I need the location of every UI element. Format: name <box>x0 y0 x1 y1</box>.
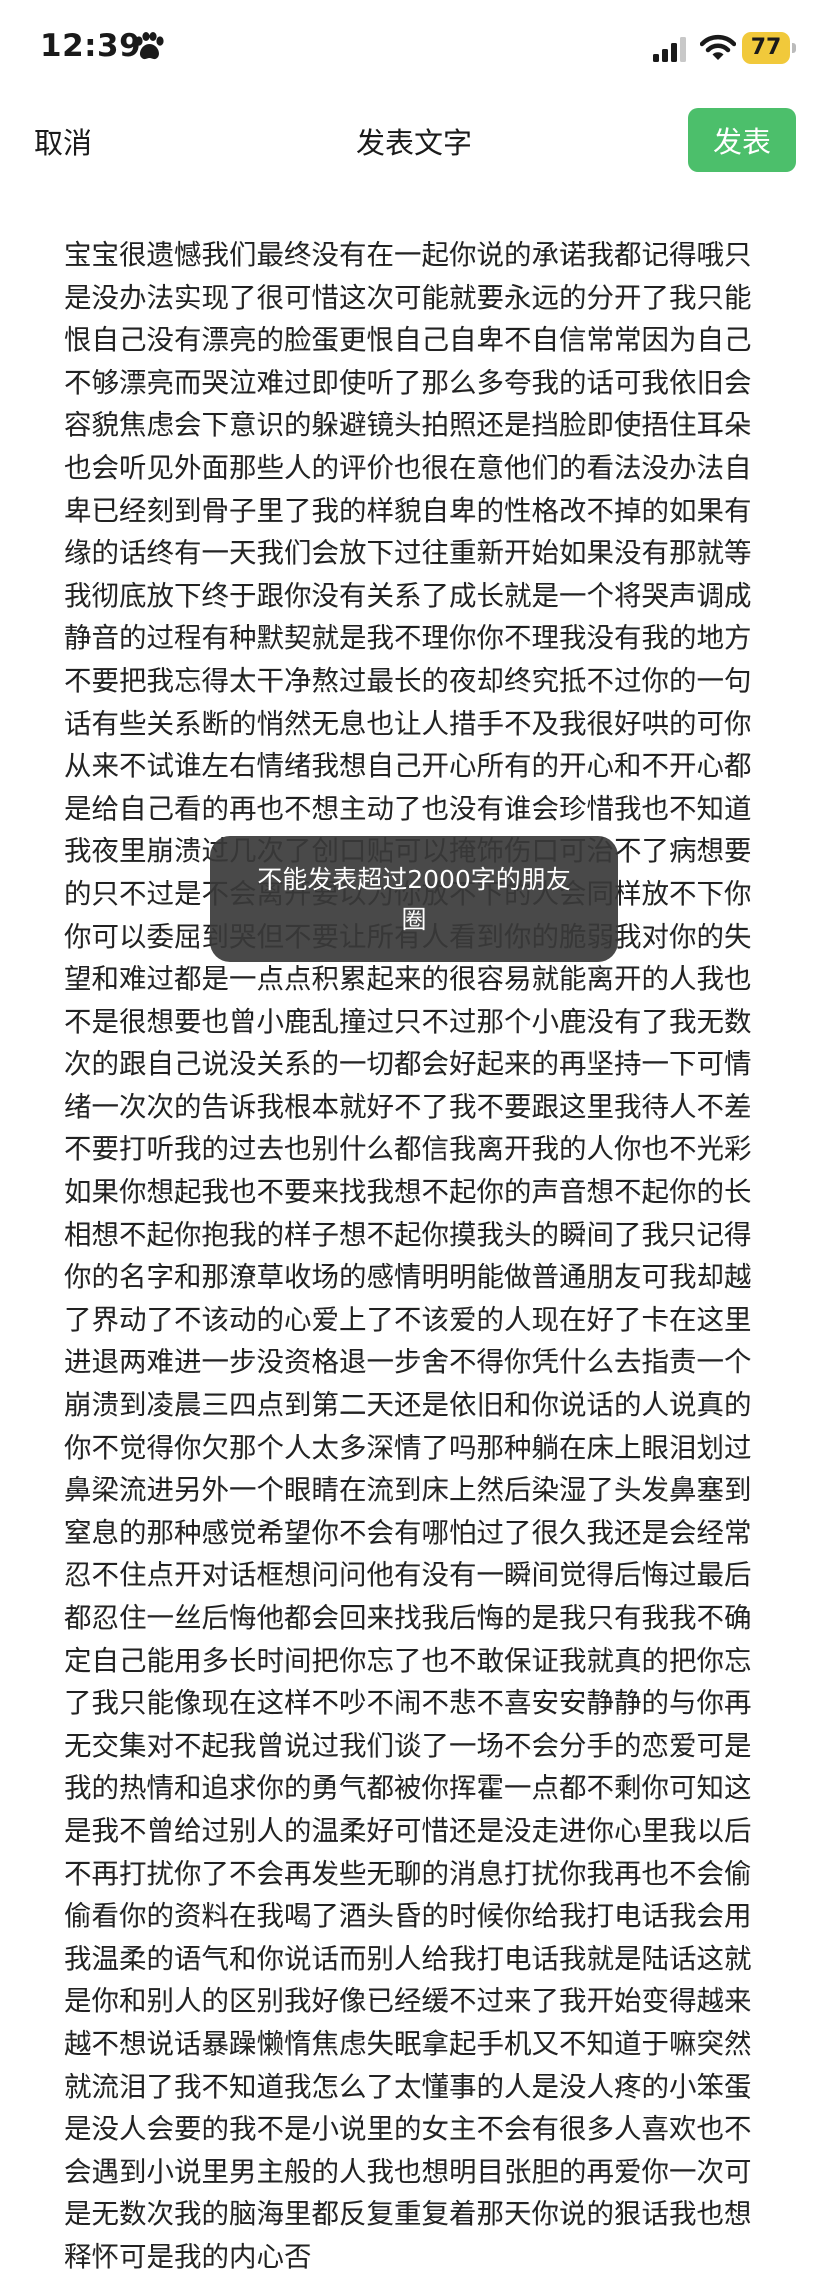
battery-indicator: 77 <box>742 32 798 64</box>
battery-level: 77 <box>750 35 782 60</box>
paw-icon <box>135 32 164 60</box>
status-bar: 12:39 77 <box>0 0 828 100</box>
publish-button[interactable]: 发表 <box>688 108 796 172</box>
wifi-icon <box>700 34 736 60</box>
cellular-signal-icon <box>653 37 686 62</box>
post-text-area[interactable]: 宝宝很遗憾我们最终没有在一起你说的承诺我都记得哦只是没办法实现了很可惜这次可能就… <box>64 234 754 2279</box>
nav-bar: 取消 发表文字 发表 <box>0 100 828 180</box>
status-time: 12:39 <box>40 28 142 64</box>
battery-cap <box>792 43 796 53</box>
toast-message: 不能发表超过2000字的朋友圈 <box>210 836 618 962</box>
